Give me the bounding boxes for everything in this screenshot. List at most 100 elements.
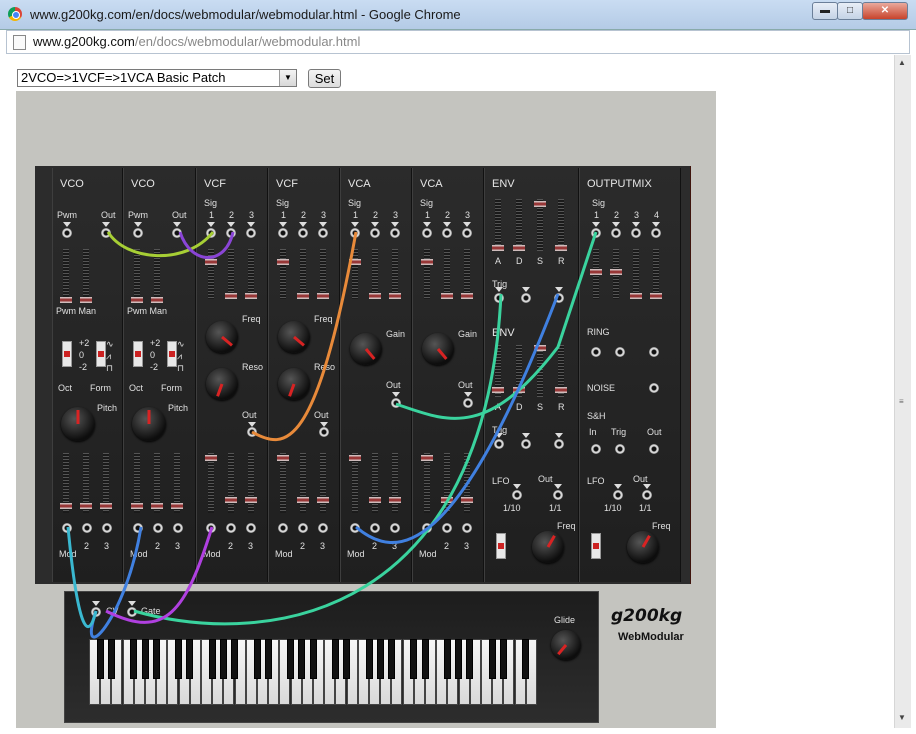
slider-cap[interactable]: [80, 503, 92, 509]
vca-mod-jack-1[interactable]: [422, 523, 432, 533]
slider-cap[interactable]: [349, 259, 361, 265]
vcf-sig-slider-1[interactable]: [205, 249, 217, 299]
cv-jack[interactable]: [91, 607, 101, 617]
vcf-mod-slider-2[interactable]: [225, 453, 237, 513]
vco-mod1-slider[interactable]: [131, 453, 143, 513]
env-1-slider-3[interactable]: [555, 199, 567, 251]
vcf-sig-jack-1[interactable]: [206, 228, 216, 238]
slider-cap[interactable]: [441, 293, 453, 299]
slider-cap[interactable]: [555, 387, 567, 393]
slider-cap[interactable]: [245, 293, 257, 299]
outmix-slider-3[interactable]: [630, 249, 642, 299]
vcf-sig-slider-2[interactable]: [225, 249, 237, 299]
outmix-slider-1[interactable]: [590, 249, 602, 299]
vca-sig-slider-1[interactable]: [421, 249, 433, 299]
vcf-reso-knob[interactable]: [206, 368, 238, 400]
slider-cap[interactable]: [349, 455, 361, 461]
patch-select[interactable]: 2VCO=>1VCF=>1VCA Basic Patch ▼: [17, 69, 297, 87]
vca-sig-slider-3[interactable]: [389, 249, 401, 299]
lfo-jack-1[interactable]: [512, 490, 522, 500]
vcf-sig-slider-3[interactable]: [317, 249, 329, 299]
black-key[interactable]: [499, 639, 507, 679]
outmix-jack-3[interactable]: [631, 228, 641, 238]
vcf-sig-slider-2[interactable]: [297, 249, 309, 299]
slider-cap[interactable]: [461, 497, 473, 503]
vco-mod2-slider[interactable]: [80, 453, 92, 513]
slider-cap[interactable]: [225, 497, 237, 503]
outmix-lfo-jack-1[interactable]: [613, 490, 623, 500]
slider-cap[interactable]: [277, 259, 289, 265]
slider-cap[interactable]: [80, 297, 92, 303]
black-key[interactable]: [343, 639, 351, 679]
scroll-up-icon[interactable]: ▲: [898, 58, 906, 67]
slider-cap[interactable]: [461, 293, 473, 299]
slider-cap[interactable]: [369, 497, 381, 503]
set-button[interactable]: Set: [308, 69, 341, 88]
vcf-sig-jack-1[interactable]: [278, 228, 288, 238]
env-1-slider-0[interactable]: [492, 199, 504, 251]
vco-pwm-jack[interactable]: [133, 228, 143, 238]
vca-sig-jack-2[interactable]: [370, 228, 380, 238]
url-text[interactable]: www.g200kg.com/en/docs/webmodular/webmod…: [33, 34, 360, 49]
slider-cap[interactable]: [389, 497, 401, 503]
env-2-slider-1[interactable]: [513, 345, 525, 397]
vca-sig-slider-3[interactable]: [461, 249, 473, 299]
vca-mod-jack-2[interactable]: [370, 523, 380, 533]
black-key[interactable]: [141, 639, 149, 679]
vca-mod-slider-2[interactable]: [441, 453, 453, 513]
vcf-freq-knob[interactable]: [278, 321, 310, 353]
outmix-lfo-jack-2[interactable]: [642, 490, 652, 500]
vco-pitch-knob[interactable]: [132, 407, 166, 441]
slider-cap[interactable]: [610, 269, 622, 275]
slider-cap[interactable]: [131, 297, 143, 303]
vca-mod-slider-1[interactable]: [349, 453, 361, 513]
outmix-jack-2[interactable]: [611, 228, 621, 238]
env-trig-jack[interactable]: [494, 439, 504, 449]
ring-in-jack-1[interactable]: [591, 347, 601, 357]
vco-mod-jack-2[interactable]: [153, 523, 163, 533]
slider-cap[interactable]: [492, 245, 504, 251]
vca-sig-jack-2[interactable]: [442, 228, 452, 238]
slider-cap[interactable]: [205, 455, 217, 461]
glide-knob[interactable]: [551, 630, 581, 660]
vco-mod1-slider[interactable]: [60, 453, 72, 513]
vertical-scrollbar[interactable]: ▲ ≡ ▼: [894, 55, 911, 728]
vca-gain-knob[interactable]: [350, 333, 382, 365]
env-2-slider-3[interactable]: [555, 345, 567, 397]
vca-mod-jack-3[interactable]: [390, 523, 400, 533]
black-key[interactable]: [365, 639, 373, 679]
vca-sig-jack-3[interactable]: [390, 228, 400, 238]
slider-cap[interactable]: [513, 245, 525, 251]
black-key[interactable]: [376, 639, 384, 679]
slider-cap[interactable]: [650, 293, 662, 299]
outmix-jack-4[interactable]: [651, 228, 661, 238]
vcf-mod-slider-3[interactable]: [245, 453, 257, 513]
env-out-jack-2[interactable]: [554, 439, 564, 449]
slider-cap[interactable]: [441, 497, 453, 503]
black-key[interactable]: [219, 639, 227, 679]
black-key[interactable]: [152, 639, 160, 679]
black-key[interactable]: [287, 639, 295, 679]
black-key[interactable]: [175, 639, 183, 679]
slider-cap[interactable]: [297, 293, 309, 299]
env-2-slider-0[interactable]: [492, 345, 504, 397]
vcf-out-jack[interactable]: [247, 427, 257, 437]
vca-sig-jack-1[interactable]: [422, 228, 432, 238]
black-key[interactable]: [522, 639, 530, 679]
black-key[interactable]: [208, 639, 216, 679]
env-1-slider-1[interactable]: [513, 199, 525, 251]
sh-in-jack[interactable]: [591, 444, 601, 454]
black-key[interactable]: [107, 639, 115, 679]
slider-cap[interactable]: [513, 387, 525, 393]
lfo-wave-switch[interactable]: [496, 533, 506, 559]
vcf-sig-jack-2[interactable]: [298, 228, 308, 238]
slider-cap[interactable]: [60, 297, 72, 303]
vca-sig-slider-1[interactable]: [349, 249, 361, 299]
vco-form-switch[interactable]: [96, 341, 106, 367]
address-bar[interactable]: www.g200kg.com/en/docs/webmodular/webmod…: [6, 30, 910, 54]
vcf-sig-slider-3[interactable]: [245, 249, 257, 299]
black-key[interactable]: [264, 639, 272, 679]
black-key[interactable]: [331, 639, 339, 679]
slider-cap[interactable]: [492, 387, 504, 393]
sh-out-jack[interactable]: [649, 444, 659, 454]
